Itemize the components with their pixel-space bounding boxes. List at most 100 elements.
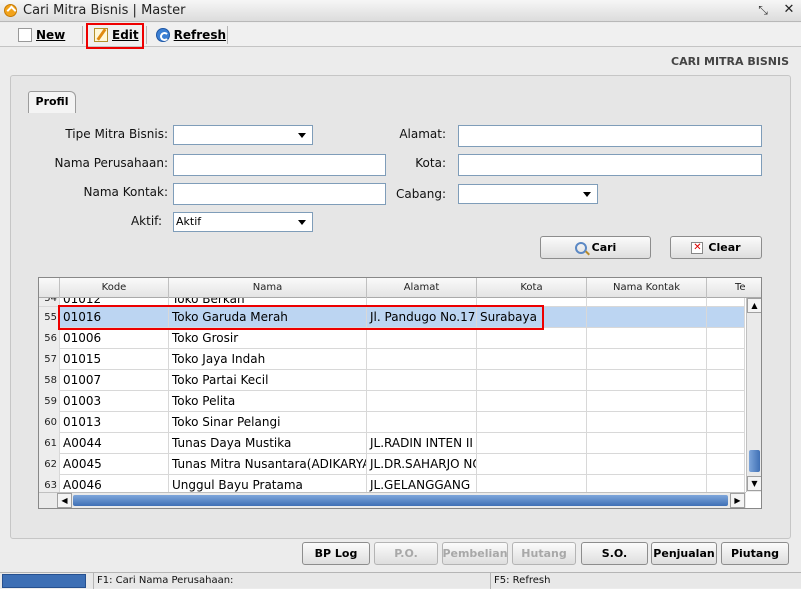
alamat-label: Alamat: <box>399 127 446 141</box>
cell-nama: Toko Grosir <box>169 328 367 349</box>
cell-nama-kontak <box>587 412 707 433</box>
row-number: 57 <box>39 349 60 370</box>
kota-input[interactable] <box>458 154 762 176</box>
toolbar-separator <box>227 26 228 44</box>
cell-nama: Tunas Mitra Nusantara(ADIKARYA) <box>169 454 367 475</box>
cell-nama-kontak <box>587 454 707 475</box>
page-title: CARI MITRA BISNIS <box>671 55 789 68</box>
aktif-label: Aktif: <box>130 214 162 228</box>
cell-kode: A0044 <box>60 433 169 454</box>
cell-kota <box>477 454 587 475</box>
new-button[interactable]: New <box>14 23 80 47</box>
clear-icon: ✕ <box>691 241 704 254</box>
horizontal-scroll-thumb[interactable] <box>73 495 728 506</box>
alamat-input[interactable] <box>458 125 762 147</box>
penjualan-button[interactable]: Penjualan <box>651 542 717 565</box>
table-row[interactable]: 57 01015 Toko Jaya Indah <box>39 349 745 370</box>
cell-alamat: JL.DR.SAHARJO NO <box>367 454 477 475</box>
grid-header-kota[interactable]: Kota <box>477 278 587 298</box>
grid-header: Kode Nama Alamat Kota Nama Kontak Te <box>39 278 761 298</box>
grid-header-te[interactable]: Te <box>707 278 761 298</box>
cell-alamat <box>367 349 477 370</box>
tipe-mitra-select[interactable] <box>173 125 313 145</box>
edit-pencil-icon <box>94 28 108 42</box>
row-number: 62 <box>39 454 60 475</box>
nama-kontak-input[interactable] <box>173 183 386 205</box>
results-grid[interactable]: Kode Nama Alamat Kota Nama Kontak Te 54 0… <box>38 277 762 509</box>
vertical-scrollbar[interactable]: ▲ ▼ <box>746 298 761 492</box>
cell-kode: 01016 <box>60 307 169 328</box>
nama-perusahaan-input[interactable] <box>173 154 386 176</box>
vertical-scroll-thumb[interactable] <box>749 450 760 472</box>
row-number: 61 <box>39 433 60 454</box>
po-button[interactable]: P.O. <box>374 542 438 565</box>
row-number: 55 <box>39 307 60 328</box>
cell-kota: Surabaya <box>477 307 587 328</box>
cell-te <box>707 391 745 412</box>
scroll-up-icon[interactable]: ▲ <box>747 298 761 313</box>
cell-kota <box>477 391 587 412</box>
cell-kode: 01013 <box>60 412 169 433</box>
cell-nama: Toko Garuda Merah <box>169 307 367 328</box>
table-row[interactable]: 60 01013 Toko Sinar Pelangi <box>39 412 745 433</box>
bp-log-button[interactable]: BP Log <box>302 542 370 565</box>
status-f1-hint: F1: Cari Nama Perusahaan: <box>93 573 488 589</box>
toolbar-separator <box>146 26 147 44</box>
cari-button[interactable]: Cari <box>540 236 651 259</box>
cell-alamat <box>367 370 477 391</box>
row-number: 58 <box>39 370 60 391</box>
table-row[interactable]: 56 01006 Toko Grosir <box>39 328 745 349</box>
table-row[interactable]: 59 01003 Toko Pelita <box>39 391 745 412</box>
clear-button[interactable]: ✕ Clear <box>670 236 762 259</box>
row-number: 56 <box>39 328 60 349</box>
table-row[interactable]: 61 A0044 Tunas Daya Mustika JL.RADIN INTEN … <box>39 433 745 454</box>
scroll-down-icon[interactable]: ▼ <box>747 476 761 491</box>
toolbar-separator <box>82 26 83 44</box>
cabang-label: Cabang: <box>396 187 446 201</box>
refresh-button[interactable]: Refresh <box>152 23 226 47</box>
cell-te <box>707 307 745 328</box>
cell-kota <box>477 328 587 349</box>
aktif-select[interactable]: Aktif <box>173 212 313 232</box>
table-row[interactable]: 55 01016 Toko Garuda Merah Jl. Pandugo No.1… <box>39 307 745 328</box>
cabang-select[interactable] <box>458 184 598 204</box>
cell-nama-kontak <box>587 349 707 370</box>
close-icon[interactable]: ✕ <box>782 3 796 17</box>
cell-nama: Toko Pelita <box>169 391 367 412</box>
scroll-left-icon[interactable]: ◀ <box>57 493 72 508</box>
cell-kode: A0045 <box>60 454 169 475</box>
cell-kode: 01007 <box>60 370 169 391</box>
scroll-right-icon[interactable]: ▶ <box>730 493 745 508</box>
cell-te <box>707 454 745 475</box>
grid-header-kode[interactable]: Kode <box>60 278 169 298</box>
cell-nama-kontak <box>587 433 707 454</box>
title-bar: Cari Mitra Bisnis | Master ⤡ ✕ <box>0 0 801 22</box>
restore-icon[interactable]: ⤡ <box>756 3 770 17</box>
grid-header-alamat[interactable]: Alamat <box>367 278 477 298</box>
kota-label: Kota: <box>415 156 446 170</box>
hutang-button[interactable]: Hutang <box>512 542 576 565</box>
new-document-icon <box>18 28 32 42</box>
cell-nama-kontak <box>587 328 707 349</box>
so-button[interactable]: S.O. <box>581 542 648 565</box>
pembelian-button[interactable]: Pembelian <box>442 542 508 565</box>
piutang-button[interactable]: Piutang <box>721 542 789 565</box>
grid-header-rownum <box>39 278 60 298</box>
table-row[interactable]: 58 01007 Toko Partai Kecil <box>39 370 745 391</box>
row-number: 60 <box>39 412 60 433</box>
grid-header-nama[interactable]: Nama <box>169 278 367 298</box>
cell-kode: 01015 <box>60 349 169 370</box>
cell-alamat: JL.RADIN INTEN II <box>367 433 477 454</box>
status-f5-hint: F5: Refresh <box>490 573 801 589</box>
table-row[interactable]: 62 A0045 Tunas Mitra Nusantara(ADIKARYA) JL… <box>39 454 745 475</box>
edit-button[interactable]: Edit <box>90 23 142 47</box>
cell-te <box>707 370 745 391</box>
cell-kode: 01006 <box>60 328 169 349</box>
tipe-mitra-label: Tipe Mitra Bisnis: <box>65 127 168 141</box>
horizontal-scrollbar[interactable]: ◀ ▶ <box>39 492 746 508</box>
grid-header-nama-kontak[interactable]: Nama Kontak <box>587 278 707 298</box>
table-row[interactable]: 54 01012 Toko Berkah <box>39 298 745 307</box>
tab-profil[interactable]: Profil <box>28 91 76 113</box>
cell-alamat <box>367 328 477 349</box>
nama-kontak-label: Nama Kontak: <box>83 185 168 199</box>
